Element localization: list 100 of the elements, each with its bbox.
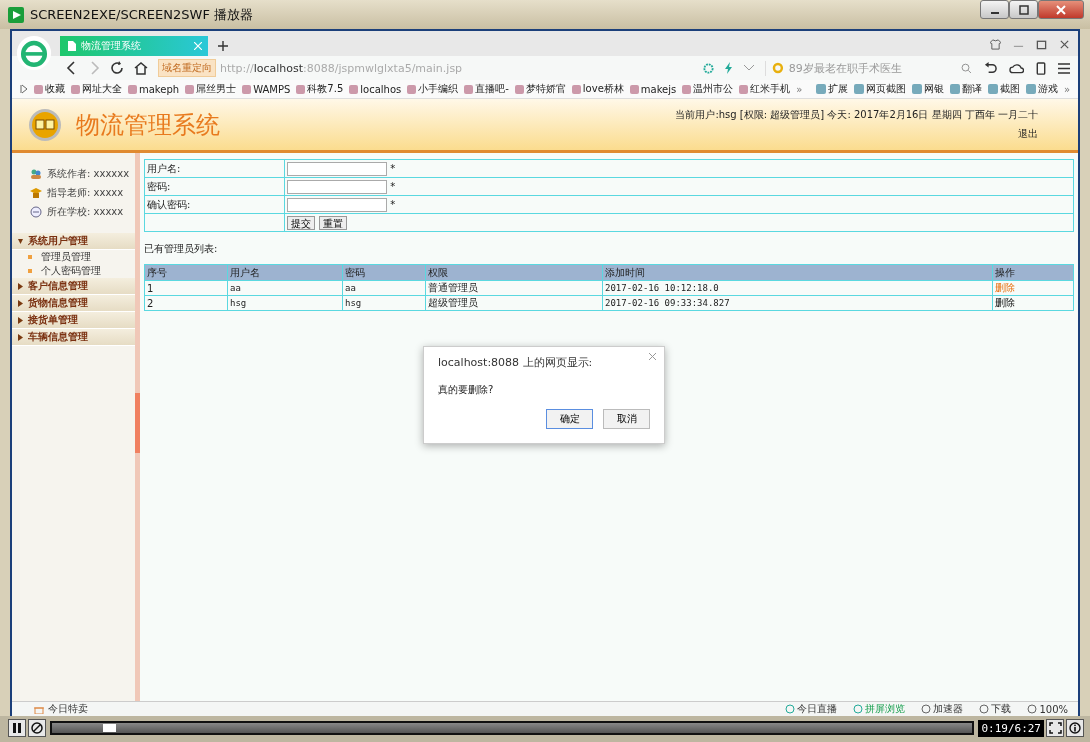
bookmark-link[interactable]: 屌丝男士 bbox=[185, 82, 237, 96]
info-text: 所在学校: xxxxx bbox=[47, 205, 124, 219]
logo-icon bbox=[28, 107, 62, 142]
dialog-button[interactable]: 确定 bbox=[546, 409, 593, 429]
bookmark-icon bbox=[571, 84, 581, 94]
bookmark-link[interactable]: 直播吧- bbox=[464, 82, 509, 96]
progress-thumb[interactable] bbox=[102, 724, 116, 732]
dialog-button[interactable]: 取消 bbox=[603, 409, 650, 429]
minimize-button[interactable] bbox=[980, 0, 1009, 19]
field-label: 密码: bbox=[144, 177, 285, 196]
maximize-icon[interactable] bbox=[1036, 39, 1047, 50]
bookmark-icon bbox=[128, 84, 137, 94]
bookmark-icon bbox=[349, 84, 359, 94]
extension-button[interactable]: 翻译 bbox=[949, 82, 982, 96]
search-icon[interactable] bbox=[961, 62, 972, 74]
bookmark-icon bbox=[464, 84, 474, 94]
table-cell: 2 bbox=[144, 295, 228, 311]
bookmark-link[interactable]: 小手编织 bbox=[407, 82, 459, 96]
back-icon[interactable] bbox=[66, 61, 78, 75]
status-item[interactable]: 加速器 bbox=[921, 702, 964, 716]
bookmark-link[interactable]: makeph bbox=[128, 83, 180, 95]
bookmark-link[interactable]: 红米手机 bbox=[739, 82, 791, 96]
extension-icon bbox=[949, 84, 960, 94]
form-button[interactable]: 提交 bbox=[287, 215, 315, 230]
required-mark: * bbox=[390, 180, 396, 192]
menu-section[interactable]: 客户信息管理 bbox=[12, 278, 135, 295]
input-field[interactable] bbox=[287, 161, 387, 176]
delete-link[interactable]: 删除 bbox=[995, 297, 1015, 308]
bookmark-link[interactable]: makejs bbox=[629, 83, 677, 95]
more-extensions-button[interactable]: » bbox=[1063, 83, 1070, 95]
extension-button[interactable]: 游戏 bbox=[1025, 82, 1058, 96]
menu-section[interactable]: 货物信息管理 bbox=[12, 295, 135, 312]
more-bookmarks-button[interactable]: » bbox=[796, 83, 803, 95]
bookmark-link[interactable]: 科教7.5 bbox=[296, 82, 344, 96]
table-cell: 2017-02-16 09:33:34.827 bbox=[602, 295, 993, 311]
menu-section[interactable]: 系统用户管理 bbox=[12, 233, 135, 250]
home-icon[interactable] bbox=[134, 61, 148, 75]
bookmark-icon bbox=[242, 84, 252, 94]
form-button[interactable]: 重置 bbox=[319, 215, 347, 230]
new-tab-icon[interactable] bbox=[218, 41, 228, 51]
extension-button[interactable]: 网页截图 bbox=[853, 82, 906, 96]
status-icon bbox=[785, 704, 796, 714]
menu-item[interactable]: 个人密码管理 bbox=[12, 264, 135, 278]
status-icon bbox=[853, 704, 864, 714]
input-field[interactable] bbox=[287, 197, 387, 212]
extension-icon bbox=[911, 84, 922, 94]
dropdown-icon[interactable] bbox=[743, 64, 755, 72]
status-item[interactable]: 100% bbox=[1027, 703, 1068, 715]
search-field[interactable]: 89岁最老在职手术医生 bbox=[765, 60, 972, 76]
window-title: SCREEN2EXE/SCREEN2SWF 播放器 bbox=[30, 5, 254, 24]
menu-icon[interactable] bbox=[1058, 62, 1070, 74]
bookmark-link[interactable]: 梦特娇官 bbox=[514, 82, 566, 96]
bookmark-icon bbox=[629, 84, 639, 94]
cloud-icon[interactable] bbox=[1009, 62, 1024, 74]
bookmark-link[interactable]: localhos bbox=[349, 83, 402, 95]
bookmark-link[interactable]: WAMPS bbox=[242, 83, 291, 95]
extension-button[interactable]: 截图 bbox=[987, 82, 1020, 96]
slashed-circle-icon bbox=[31, 722, 43, 734]
minimize-icon bbox=[990, 11, 999, 14]
bookmark-link[interactable]: 收藏 bbox=[34, 82, 65, 96]
status-item[interactable]: 今日直播 bbox=[785, 702, 838, 716]
extension-button[interactable]: 扩展 bbox=[815, 82, 848, 96]
field-label: 用户名: bbox=[144, 159, 285, 178]
logout-link[interactable]: 退出 bbox=[1018, 127, 1038, 141]
bookmark-link[interactable]: 网址大全 bbox=[71, 82, 122, 96]
menu-item[interactable]: 管理员管理 bbox=[12, 250, 135, 264]
progress-track[interactable] bbox=[50, 721, 975, 735]
info-button[interactable] bbox=[1066, 719, 1084, 737]
stop-button[interactable] bbox=[28, 719, 46, 737]
lightning-icon[interactable] bbox=[724, 62, 733, 74]
fullscreen-button[interactable] bbox=[1046, 719, 1064, 737]
close-button[interactable] bbox=[1038, 0, 1084, 19]
undo-icon[interactable] bbox=[984, 61, 997, 75]
status-item[interactable]: 下载 bbox=[979, 702, 1012, 716]
close-icon[interactable] bbox=[1059, 39, 1070, 50]
menu-section[interactable]: 接货单管理 bbox=[12, 312, 135, 329]
status-link[interactable]: 今日特卖 bbox=[48, 702, 88, 716]
bookmark-icon bbox=[407, 84, 417, 94]
table-cell: aa bbox=[342, 280, 426, 296]
column-header: 操作 bbox=[992, 264, 1074, 281]
sidebar-toggle-icon[interactable] bbox=[20, 84, 28, 94]
extension-button[interactable]: 网银 bbox=[911, 82, 944, 96]
shirt-icon[interactable] bbox=[990, 39, 1001, 50]
table-cell: aa bbox=[227, 280, 343, 296]
address-field[interactable]: http://localhost:8088/jspmwlglxta5/main.jsp bbox=[220, 61, 693, 75]
bookmark-link[interactable]: love桥林 bbox=[571, 82, 624, 96]
reload-icon[interactable] bbox=[110, 61, 124, 75]
caret-icon bbox=[18, 237, 23, 245]
close-icon bbox=[1055, 3, 1067, 16]
bookmark-link[interactable]: 温州市公 bbox=[682, 82, 734, 96]
menu-section[interactable]: 车辆信息管理 bbox=[12, 329, 135, 346]
required-mark: * bbox=[390, 162, 396, 174]
maximize-button[interactable] bbox=[1009, 0, 1038, 19]
table-cell: 1 bbox=[144, 280, 228, 296]
close-icon[interactable] bbox=[649, 353, 656, 360]
input-field[interactable] bbox=[287, 179, 387, 194]
time-display: 0:19/6:27 bbox=[978, 719, 1044, 737]
column-header: 密码 bbox=[342, 264, 426, 281]
pause-button[interactable] bbox=[8, 719, 26, 737]
phone-icon[interactable] bbox=[1036, 61, 1046, 75]
